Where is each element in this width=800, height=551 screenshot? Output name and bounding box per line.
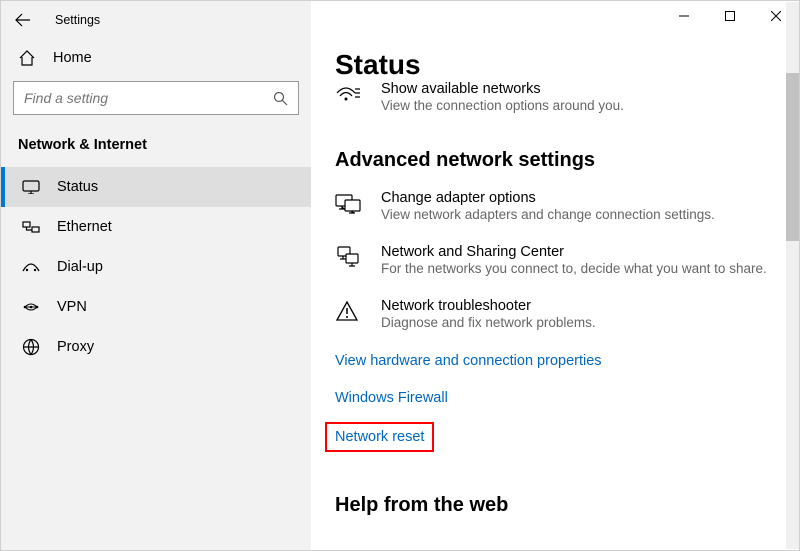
sidebar-item-label: Status (57, 179, 98, 195)
sidebar-item-vpn[interactable]: VPN (1, 287, 311, 327)
search-box[interactable] (13, 81, 299, 115)
back-button[interactable] (1, 1, 45, 39)
row-desc: View the connection options around you. (381, 98, 624, 113)
warning-icon (335, 300, 363, 322)
home-nav[interactable]: Home (1, 39, 311, 77)
titlebar: Settings (1, 1, 799, 39)
ethernet-icon (22, 218, 40, 236)
row-desc: For the networks you connect to, decide … (381, 261, 767, 276)
page-title: Status (335, 49, 771, 81)
category-heading: Network & Internet (1, 119, 311, 167)
arrow-left-icon (15, 12, 31, 28)
dialup-icon (22, 258, 40, 276)
vpn-icon (22, 298, 40, 316)
sidebar-item-label: Proxy (57, 339, 94, 355)
window-title: Settings (55, 13, 100, 27)
proxy-icon (22, 338, 40, 356)
row-title: Show available networks (381, 81, 624, 97)
view-hardware-link[interactable]: View hardware and connection properties (335, 353, 602, 369)
show-networks-row[interactable]: Show available networks View the connect… (335, 81, 771, 113)
sidebar-item-label: Dial-up (57, 259, 103, 275)
sidebar-item-label: Ethernet (57, 219, 112, 235)
windows-firewall-link[interactable]: Windows Firewall (335, 390, 448, 406)
home-icon (18, 49, 36, 67)
sharing-icon (335, 246, 363, 270)
sharing-center-row[interactable]: Network and Sharing Center For the netwo… (335, 244, 771, 276)
sidebar: Home Network & Internet Status Ethernet (1, 1, 311, 550)
row-desc: View network adapters and change connect… (381, 207, 715, 222)
sidebar-item-dialup[interactable]: Dial-up (1, 247, 311, 287)
wifi-list-icon (335, 83, 363, 105)
home-label: Home (53, 50, 92, 66)
search-input[interactable] (24, 90, 244, 106)
section-help-heading: Help from the web (335, 494, 771, 517)
search-icon (273, 91, 288, 106)
adapter-icon (335, 192, 363, 214)
sidebar-item-ethernet[interactable]: Ethernet (1, 207, 311, 247)
sidebar-item-label: VPN (57, 299, 87, 315)
sidebar-item-proxy[interactable]: Proxy (1, 327, 311, 367)
row-title: Network troubleshooter (381, 298, 596, 314)
sidebar-item-status[interactable]: Status (1, 167, 311, 207)
row-desc: Diagnose and fix network problems. (381, 315, 596, 330)
change-adapter-row[interactable]: Change adapter options View network adap… (335, 190, 771, 222)
network-reset-link[interactable]: Network reset (335, 429, 424, 445)
section-advanced-heading: Advanced network settings (335, 149, 771, 172)
row-title: Network and Sharing Center (381, 244, 767, 260)
troubleshooter-row[interactable]: Network troubleshooter Diagnose and fix … (335, 298, 771, 330)
network-reset-highlight: Network reset (325, 422, 434, 452)
row-title: Change adapter options (381, 190, 715, 206)
status-icon (22, 178, 40, 196)
content-pane: Status Show available networks View the … (311, 1, 799, 550)
scrollbar-thumb[interactable] (786, 73, 799, 241)
